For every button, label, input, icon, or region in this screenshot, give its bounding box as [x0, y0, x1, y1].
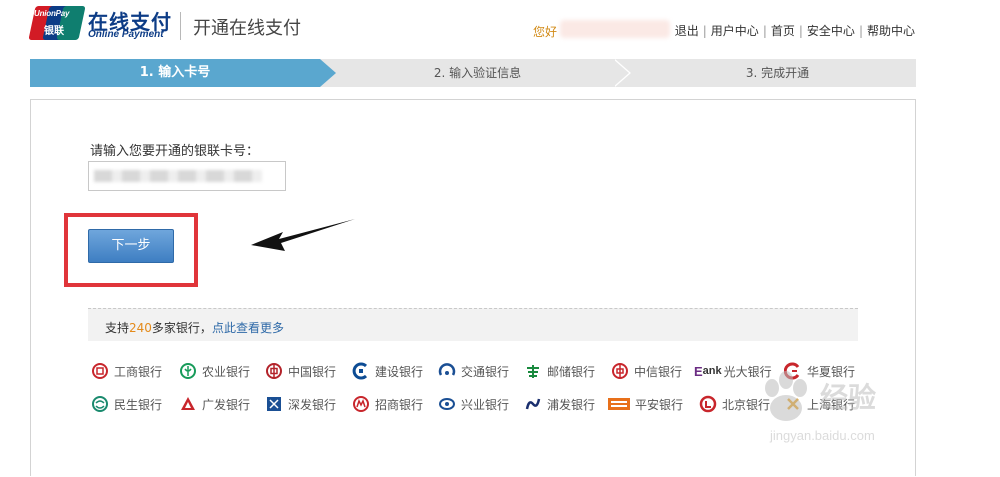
bank-bocom[interactable]: 交通银行 — [438, 362, 509, 380]
abc-icon — [179, 362, 197, 380]
icbc-icon — [91, 362, 109, 380]
nav-separator: | — [702, 23, 707, 38]
top-navigation: 退出 | 用户中心 | 首页 | 安全中心 | 帮助中心 — [675, 22, 915, 39]
bank-cmb[interactable]: 招商银行 — [352, 395, 423, 413]
watermark-text: 经验 — [820, 381, 877, 414]
progress-steps: 1. 输入卡号 2. 输入验证信息 3. 完成开通 — [30, 59, 916, 87]
baidu-jingyan-watermark: 经验 jingyan.baidu.com — [758, 362, 998, 462]
sdb-icon — [265, 395, 283, 413]
bank-sdb[interactable]: 深发银行 — [265, 395, 336, 413]
header-divider — [180, 12, 181, 40]
ceb-icon: Eank — [694, 363, 722, 379]
bank-icbc[interactable]: 工商银行 — [91, 362, 162, 380]
bank-cgb[interactable]: 广发银行 — [179, 395, 250, 413]
watermark-url: jingyan.baidu.com — [770, 428, 875, 443]
nav-separator: | — [762, 23, 767, 38]
logo-cn-text: 银联 — [44, 26, 64, 37]
page-title: 开通在线支付 — [193, 18, 301, 39]
bank-ccb[interactable]: 建设银行 — [352, 362, 423, 380]
step-arrow — [320, 59, 336, 87]
step-verify-info: 2. 输入验证信息 — [433, 66, 522, 80]
boc-icon — [265, 362, 283, 380]
brand-english: Online Payment — [88, 29, 164, 40]
spdb-icon — [524, 395, 542, 413]
bank-citic[interactable]: 中信银行 — [611, 362, 682, 380]
cmbc-icon — [91, 395, 109, 413]
bank-cib[interactable]: 兴业银行 — [438, 395, 509, 413]
bank-abc[interactable]: 农业银行 — [179, 362, 250, 380]
nav-user-center[interactable]: 用户中心 — [711, 22, 759, 39]
step-enter-card: 1. 输入卡号 — [30, 59, 320, 87]
redacted-username — [560, 20, 670, 38]
cib-icon — [438, 395, 456, 413]
step-arrow — [613, 59, 629, 87]
greeting-text: 您好 — [533, 25, 558, 39]
nav-separator: | — [858, 23, 863, 38]
next-step-button[interactable]: 下一步 — [88, 229, 174, 263]
bank-spdb[interactable]: 浦发银行 — [524, 395, 595, 413]
bank-psbc[interactable]: 邮储银行 — [524, 362, 595, 380]
paw-icon — [765, 371, 807, 421]
support-prefix: 支持 — [105, 321, 130, 335]
bank-boc[interactable]: 中国银行 — [265, 362, 336, 380]
support-banks-bar: 支持240多家银行，点此查看更多 — [88, 308, 858, 341]
logo-text: UnionPay — [34, 9, 70, 18]
bob-icon — [699, 395, 717, 413]
nav-help-center[interactable]: 帮助中心 — [867, 22, 915, 39]
view-more-link[interactable]: 点此查看更多 — [212, 321, 284, 335]
pointer-arrow-icon — [251, 219, 355, 251]
support-suffix: 多家银行， — [151, 321, 212, 335]
unionpay-logo: UnionPay 银联 — [28, 6, 86, 40]
step-complete: 3. 完成开通 — [745, 66, 810, 80]
cgb-icon — [179, 395, 197, 413]
cmb-icon — [352, 395, 370, 413]
citic-icon — [611, 362, 629, 380]
nav-home[interactable]: 首页 — [771, 22, 795, 39]
card-number-label: 请输入您要开通的银联卡号： — [90, 144, 260, 159]
bank-count: 240 — [129, 321, 152, 335]
bank-pingan[interactable]: 平安银行 — [608, 395, 683, 413]
card-number-input[interactable] — [88, 161, 286, 191]
bocom-icon — [438, 362, 456, 380]
psbc-icon — [524, 362, 542, 380]
ccb-icon — [352, 362, 370, 380]
bank-cmbc[interactable]: 民生银行 — [91, 395, 162, 413]
support-text: 支持240多家银行，点此查看更多 — [105, 319, 284, 336]
nav-logout[interactable]: 退出 — [675, 22, 699, 39]
nav-security-center[interactable]: 安全中心 — [807, 22, 855, 39]
pingan-icon — [608, 395, 630, 413]
redacted-card-number — [94, 170, 262, 182]
nav-separator: | — [798, 23, 803, 38]
